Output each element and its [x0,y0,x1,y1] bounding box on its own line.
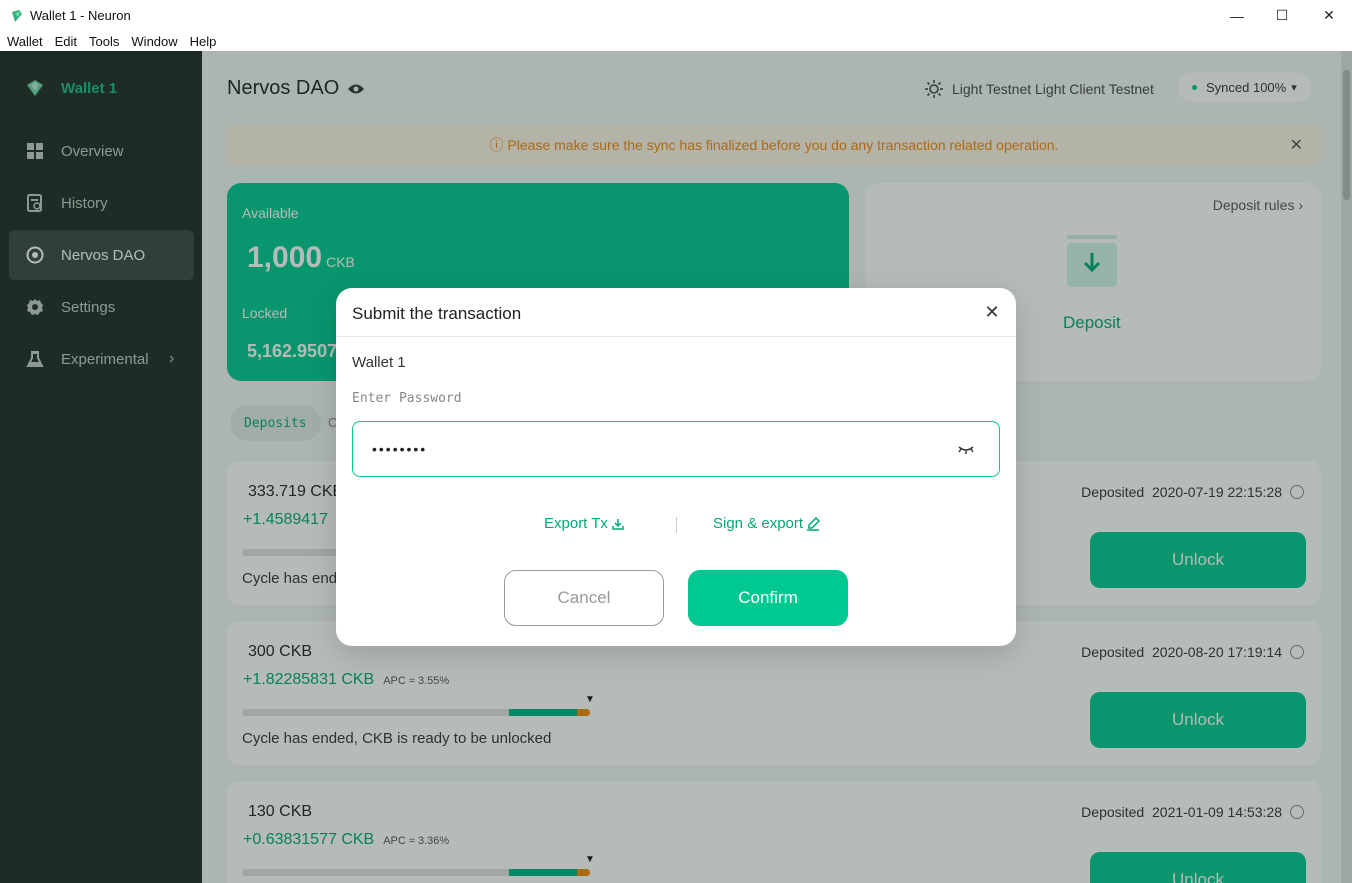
close-window-button[interactable]: ✕ [1306,0,1352,31]
title-bar: Wallet 1 - Neuron — ☐ ✕ [0,0,1352,31]
sign-export-label: Sign & export [713,515,804,532]
dialog-title: Submit the transaction [352,304,522,323]
password-value: •••••••• [372,441,428,457]
download-icon [612,518,624,530]
neuron-logo-icon [12,9,22,22]
divider [676,517,677,533]
menu-edit[interactable]: Edit [55,34,77,49]
export-tx-button[interactable]: Export Tx [544,515,625,532]
minimize-button[interactable]: — [1214,0,1260,31]
maximize-button[interactable]: ☐ [1259,0,1305,31]
edit-icon [807,516,821,531]
dialog-close-button[interactable]: ✕ [982,302,1002,322]
dialog-wallet-name: Wallet 1 [352,354,406,371]
export-tx-label: Export Tx [544,515,608,532]
submit-transaction-dialog: Submit the transaction ✕ Wallet 1 Enter … [336,288,1016,646]
menu-wallet[interactable]: Wallet [7,34,43,49]
cancel-button[interactable]: Cancel [504,570,664,626]
sign-export-button[interactable]: Sign & export [713,515,821,532]
menu-window[interactable]: Window [131,34,177,49]
confirm-button[interactable]: Confirm [688,570,848,626]
menu-help[interactable]: Help [190,34,217,49]
menu-bar: Wallet Edit Tools Window Help [0,31,1352,51]
password-label: Enter Password [352,391,462,406]
password-input[interactable]: •••••••• [352,421,1000,477]
menu-tools[interactable]: Tools [89,34,119,49]
dialog-header: Submit the transaction ✕ [336,288,1016,337]
eye-closed-icon[interactable] [957,442,975,456]
window-title: Wallet 1 - Neuron [30,8,131,23]
